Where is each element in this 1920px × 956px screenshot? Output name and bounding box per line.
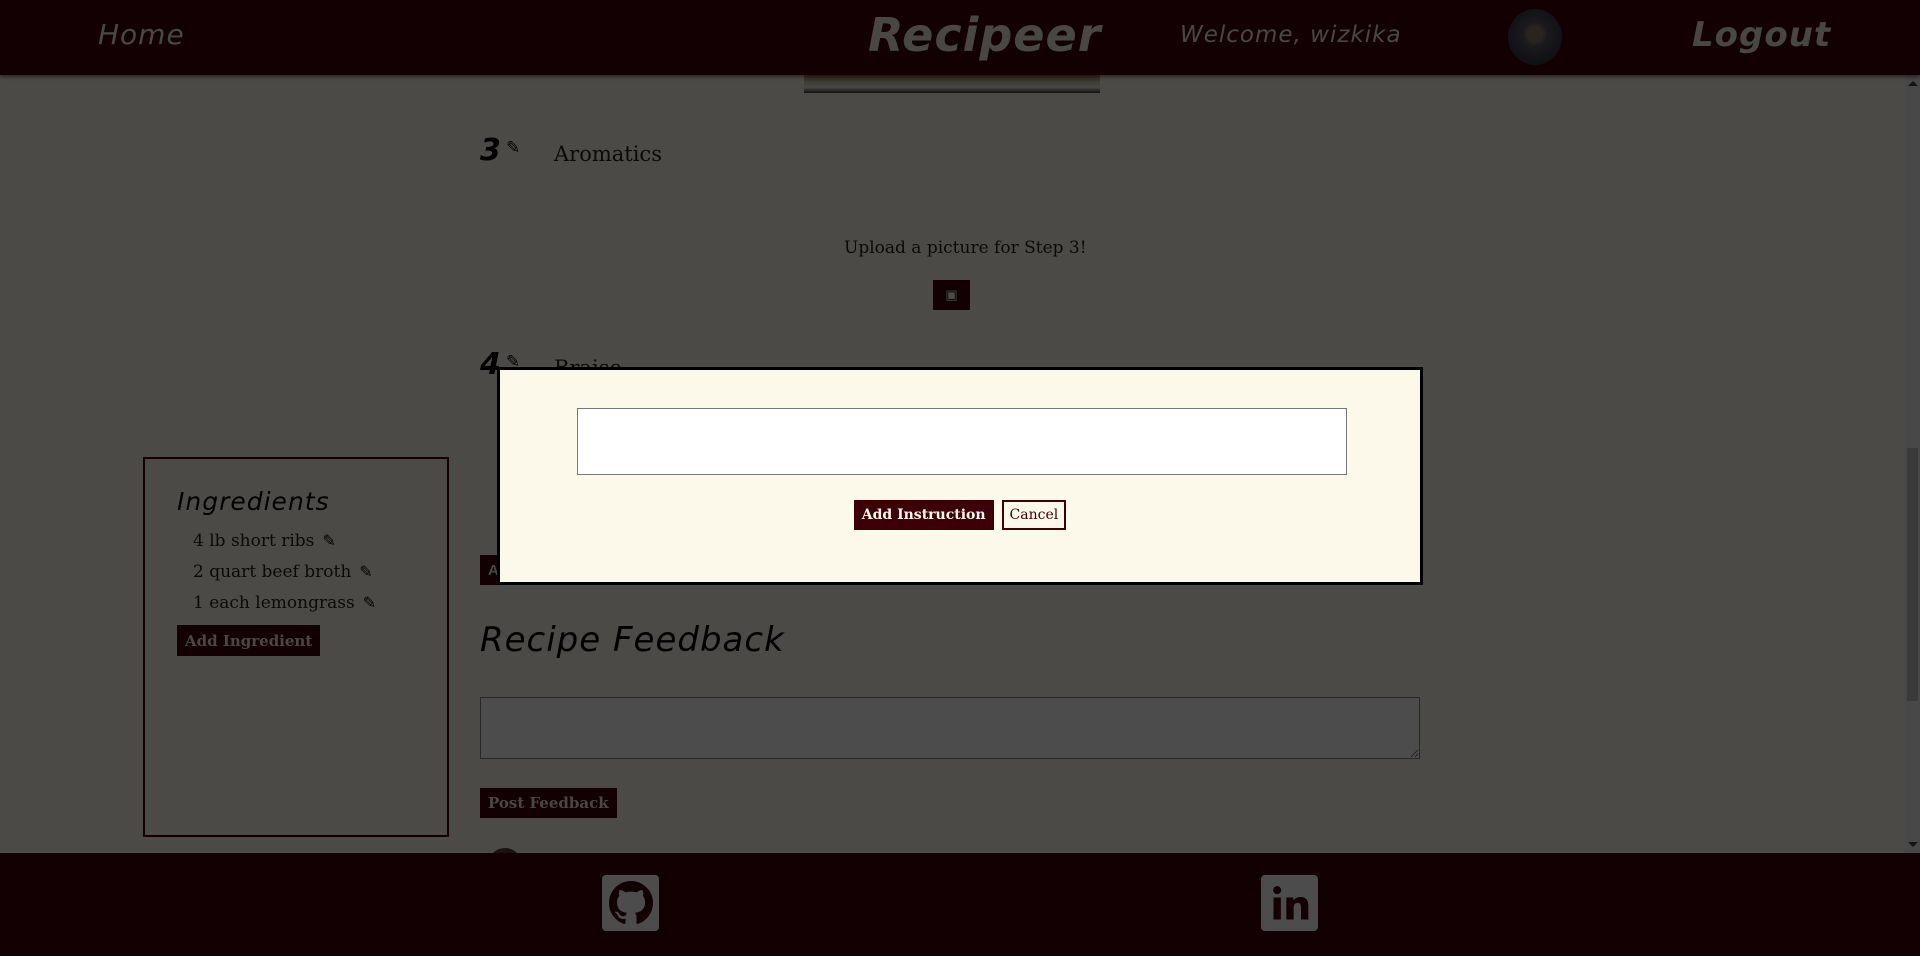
instruction-input[interactable]: [577, 408, 1347, 475]
cancel-button[interactable]: Cancel: [1001, 500, 1067, 530]
add-instruction-modal: Add Instruction Cancel: [497, 367, 1423, 585]
add-instruction-button[interactable]: Add Instruction: [853, 500, 994, 530]
modal-actions: Add Instruction Cancel: [500, 500, 1420, 530]
